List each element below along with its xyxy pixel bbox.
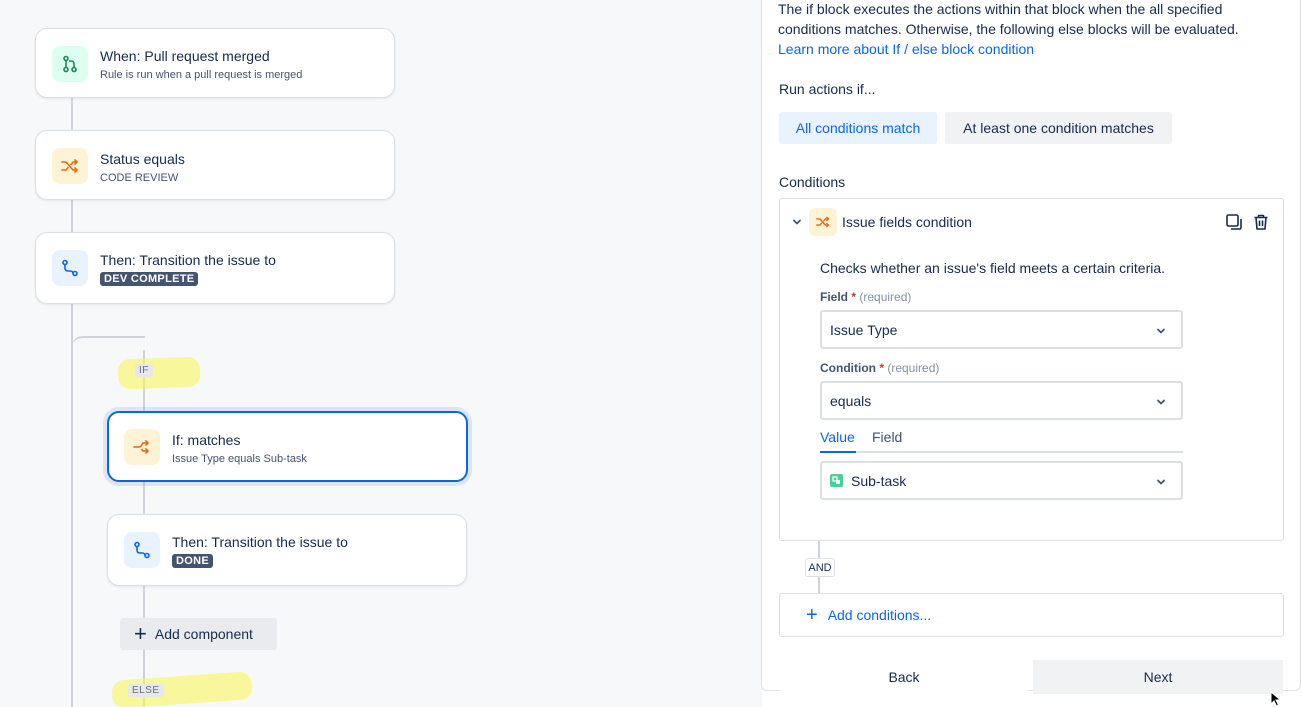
back-button[interactable]: Back (779, 660, 1029, 694)
tab-field[interactable]: Field (872, 429, 902, 445)
node-pull-request-merged[interactable]: When: Pull request merged Rule is run wh… (35, 28, 395, 98)
condition-label: Condition * (required) (820, 361, 939, 375)
shuffle-icon (809, 208, 837, 236)
if-block-description: The if block executes the actions within… (778, 0, 1258, 59)
else-branch-label: ELSE (128, 684, 164, 697)
required-asterisk: * (851, 290, 857, 304)
transition-icon (52, 250, 88, 286)
required-text: (required) (859, 290, 912, 304)
tab-value[interactable]: Value (820, 429, 855, 445)
required-text: (required) (887, 361, 940, 375)
subtask-icon (830, 474, 843, 487)
add-conditions-label: Add conditions... (827, 607, 932, 623)
add-component-label: Add component (154, 626, 253, 642)
required-asterisk: * (879, 361, 884, 375)
node-subtitle: Issue Type equals Sub-task (172, 453, 307, 465)
condition-select[interactable]: equals (820, 381, 1183, 420)
node-transition-done[interactable]: Then: Transition the issue to DONE (107, 514, 467, 586)
learn-more-link[interactable]: Learn more about If / else block conditi… (778, 41, 1034, 57)
trash-icon[interactable] (1252, 213, 1270, 231)
tab-underline (820, 451, 856, 453)
highlight-if (117, 356, 201, 390)
chevron-down-icon (1155, 475, 1167, 491)
node-title: If: matches (172, 432, 241, 448)
node-subtitle: CODE REVIEW (100, 172, 179, 184)
node-status-equals[interactable]: Status equals CODE REVIEW (35, 130, 395, 200)
node-title: Then: Transition the issue to (100, 252, 276, 268)
shuffle-icon (124, 429, 160, 465)
description-text: The if block executes the actions within… (778, 1, 1239, 37)
field-label: Field * (required) (820, 290, 911, 304)
value-select-value: Sub-task (851, 472, 907, 489)
add-conditions-button[interactable]: + Add conditions... (779, 593, 1284, 637)
and-badge: AND (805, 558, 835, 577)
conditions-label: Conditions (779, 174, 846, 190)
condition-description: Checks whether an issue's field meets a … (820, 260, 1166, 276)
node-title: Status equals (100, 151, 185, 167)
chevron-down-icon[interactable] (791, 216, 803, 231)
duplicate-icon[interactable] (1225, 213, 1243, 231)
field-select-value: Issue Type (830, 321, 898, 338)
node-if-matches[interactable]: If: matches Issue Type equals Sub-task (107, 411, 468, 482)
chevron-down-icon (1155, 395, 1167, 411)
field-label-text: Field (820, 290, 849, 304)
status-lozenge: DEV COMPLETE (100, 272, 199, 286)
at-least-one-condition-option[interactable]: At least one condition matches (945, 112, 1172, 144)
status-lozenge: DONE (172, 554, 213, 568)
if-branch-label: IF (135, 364, 153, 377)
node-transition-dev-complete[interactable]: Then: Transition the issue to DEV COMPLE… (35, 232, 395, 304)
node-subtitle: Rule is run when a pull request is merge… (100, 69, 303, 81)
mouse-cursor-icon (1270, 690, 1282, 707)
transition-icon (124, 532, 160, 568)
condition-title: Issue fields condition (842, 214, 972, 230)
plus-icon: + (134, 621, 147, 646)
shuffle-icon (52, 148, 88, 184)
field-select[interactable]: Issue Type (820, 310, 1183, 349)
plus-icon: + (806, 604, 818, 626)
node-title: When: Pull request merged (100, 48, 270, 64)
chevron-down-icon (1155, 324, 1167, 340)
node-title: Then: Transition the issue to (172, 534, 348, 550)
condition-label-text: Condition (820, 361, 876, 375)
add-component-button[interactable]: + Add component (120, 618, 277, 650)
run-actions-label: Run actions if... (779, 81, 876, 97)
next-button[interactable]: Next (1033, 660, 1283, 694)
value-select[interactable]: Sub-task (820, 461, 1183, 500)
all-conditions-match-option[interactable]: All conditions match (779, 112, 937, 144)
condition-select-value: equals (830, 392, 872, 409)
git-branch-icon (52, 46, 88, 82)
